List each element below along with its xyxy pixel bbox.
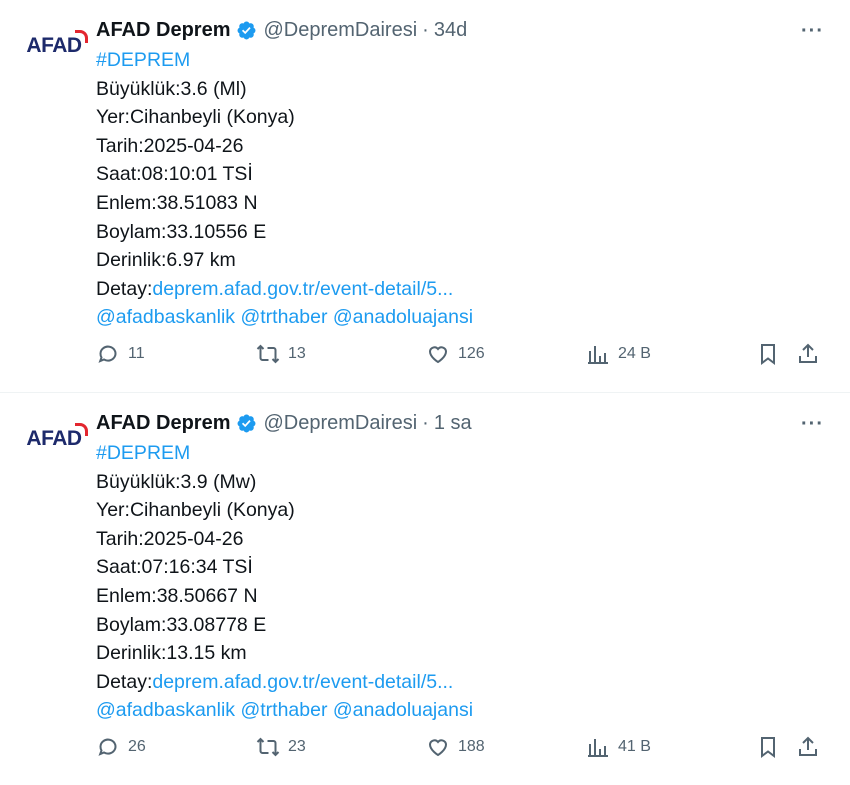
reply-icon bbox=[98, 345, 117, 363]
tweet-header: AFAD Deprem @DepremDairesi · 1 sa bbox=[96, 407, 832, 439]
bookmark-icon bbox=[761, 737, 775, 758]
bookmark-button[interactable] bbox=[756, 342, 796, 366]
like-count: 188 bbox=[458, 738, 485, 755]
hashtag-link[interactable]: #DEPREM bbox=[96, 439, 832, 468]
tweet[interactable]: AFAD AFAD Deprem @DepremDairesi · 1 sa ·… bbox=[0, 392, 850, 784]
like-count: 126 bbox=[458, 345, 485, 362]
tweet-text: #DEPREM Büyüklük:3.9 (Mw) Yer:Cihanbeyli… bbox=[96, 439, 832, 725]
avatar[interactable]: AFAD bbox=[26, 28, 88, 64]
share-icon bbox=[799, 736, 817, 756]
share-button[interactable] bbox=[796, 342, 826, 366]
detail-link[interactable]: deprem.afad.gov.tr/event-detail/5... bbox=[152, 671, 453, 693]
author-name[interactable]: AFAD Deprem bbox=[96, 412, 230, 435]
tweet-actions: 11 13 126 24 B bbox=[96, 336, 830, 372]
retweet-count: 13 bbox=[288, 345, 306, 362]
retweet-button[interactable]: 23 bbox=[256, 735, 426, 759]
more-options-icon[interactable]: ··· bbox=[801, 413, 824, 436]
views-count: 24 B bbox=[618, 345, 651, 362]
heart-icon bbox=[428, 739, 448, 757]
text-line: Büyüklük:3.6 (Ml) bbox=[96, 77, 247, 100]
verified-badge-icon bbox=[238, 414, 256, 432]
detail-link[interactable]: deprem.afad.gov.tr/event-detail/5... bbox=[152, 278, 453, 300]
more-options-icon[interactable]: ··· bbox=[801, 20, 824, 43]
tweet-actions: 26 23 188 41 B bbox=[96, 729, 830, 765]
text-line: Büyüklük:3.9 (Mw) bbox=[96, 470, 257, 493]
verified-badge-icon bbox=[238, 21, 256, 39]
retweet-button[interactable]: 13 bbox=[256, 342, 426, 366]
bookmark-icon bbox=[761, 344, 775, 365]
detail-line: Detay:deprem.afad.gov.tr/event-detail/5.… bbox=[96, 275, 832, 304]
hashtag-link[interactable]: #DEPREM bbox=[96, 46, 832, 75]
detail-line: Detay:deprem.afad.gov.tr/event-detail/5.… bbox=[96, 668, 832, 697]
reply-icon bbox=[98, 738, 117, 756]
timestamp[interactable]: 1 sa bbox=[434, 412, 472, 435]
text-line: Enlem:38.51083 N bbox=[96, 191, 258, 214]
timestamp[interactable]: 34d bbox=[434, 19, 467, 42]
text-line: Boylam:33.10556 E bbox=[96, 220, 267, 243]
like-button[interactable]: 188 bbox=[426, 735, 586, 759]
reply-count: 11 bbox=[128, 345, 145, 362]
text-line: Saat:07:16:34 TSİ bbox=[96, 556, 253, 579]
tweet[interactable]: AFAD AFAD Deprem @DepremDairesi · 34d ··… bbox=[0, 0, 850, 392]
author-name[interactable]: AFAD Deprem bbox=[96, 19, 230, 42]
text-line: Saat:08:10:01 TSİ bbox=[96, 163, 253, 186]
text-line: Yer:Cihanbeyli (Konya) bbox=[96, 106, 295, 129]
text-line: Derinlik:6.97 km bbox=[96, 249, 236, 272]
retweet-count: 23 bbox=[288, 738, 306, 755]
afad-logo: AFAD bbox=[26, 30, 88, 58]
views-count: 41 B bbox=[618, 738, 651, 755]
share-button[interactable] bbox=[796, 735, 826, 759]
separator-dot: · bbox=[422, 18, 429, 41]
retweet-icon bbox=[256, 344, 280, 364]
tweet-text: #DEPREM Büyüklük:3.6 (Ml) Yer:Cihanbeyli… bbox=[96, 46, 832, 332]
text-line: Enlem:38.50667 N bbox=[96, 584, 258, 607]
detail-label: Detay: bbox=[96, 277, 153, 300]
mentions-link[interactable]: @afadbaskanlik @trthaber @anadoluajansi bbox=[96, 303, 832, 332]
mentions-link[interactable]: @afadbaskanlik @trthaber @anadoluajansi bbox=[96, 696, 832, 725]
views-chart-icon bbox=[588, 346, 608, 364]
avatar[interactable]: AFAD bbox=[26, 421, 88, 457]
reply-button[interactable]: 26 bbox=[96, 735, 256, 759]
heart-icon bbox=[428, 346, 448, 364]
afad-logo: AFAD bbox=[26, 423, 88, 451]
text-line: Tarih:2025-04-26 bbox=[96, 134, 244, 157]
text-line: Derinlik:13.15 km bbox=[96, 642, 247, 665]
author-handle[interactable]: @DepremDairesi bbox=[263, 19, 417, 42]
views-chart-icon bbox=[588, 739, 608, 757]
text-line: Tarih:2025-04-26 bbox=[96, 527, 244, 550]
tweet-content: AFAD Deprem @DepremDairesi · 34d ··· #DE… bbox=[96, 14, 832, 332]
views-button[interactable]: 41 B bbox=[586, 735, 756, 759]
separator-dot: · bbox=[422, 411, 429, 434]
tweet-header: AFAD Deprem @DepremDairesi · 34d bbox=[96, 14, 832, 46]
views-button[interactable]: 24 B bbox=[586, 342, 756, 366]
bookmark-button[interactable] bbox=[756, 735, 796, 759]
like-button[interactable]: 126 bbox=[426, 342, 586, 366]
retweet-icon bbox=[256, 737, 280, 757]
detail-label: Detay: bbox=[96, 670, 153, 693]
tweet-content: AFAD Deprem @DepremDairesi · 1 sa ··· #D… bbox=[96, 407, 832, 725]
reply-button[interactable]: 11 bbox=[96, 342, 256, 366]
text-line: Yer:Cihanbeyli (Konya) bbox=[96, 499, 295, 522]
share-icon bbox=[799, 343, 817, 363]
text-line: Boylam:33.08778 E bbox=[96, 613, 267, 636]
reply-count: 26 bbox=[128, 738, 146, 755]
author-handle[interactable]: @DepremDairesi bbox=[263, 412, 417, 435]
